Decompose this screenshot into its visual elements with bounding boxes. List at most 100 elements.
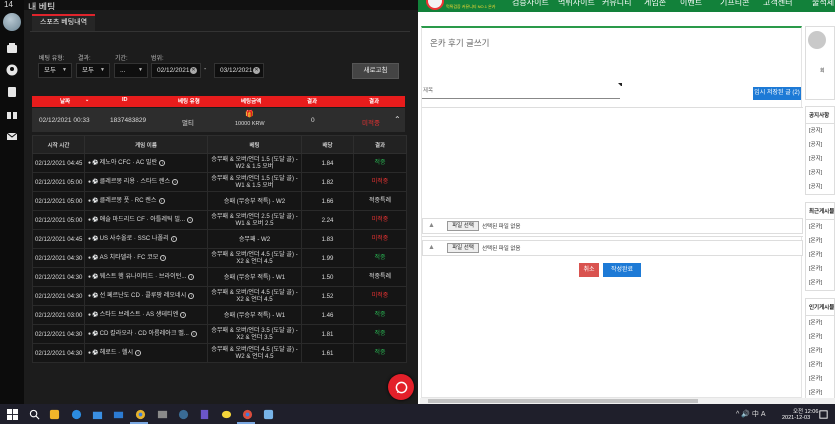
soccer-ball-icon: ● ⚽ <box>88 255 99 262</box>
chevron-up-icon[interactable]: ⌃ <box>394 115 401 124</box>
kakaotalk-icon[interactable] <box>220 408 232 420</box>
nav-scam-sites[interactable]: 먹튀사이트 <box>558 0 595 8</box>
info-icon[interactable]: i <box>158 197 165 204</box>
table-row: 02/12/2021 05:00 ● ⚽클레르몽 풋 · RC 렌스 i 승패 (무승… <box>32 191 407 211</box>
cell-start-time: 02/12/2021 04:30 <box>32 324 85 344</box>
cell-bet: 승패 (무승부 적특) - W2 <box>207 191 302 211</box>
sidebar-post-link[interactable]: [온카] <box>806 220 834 234</box>
nav-game-zone[interactable]: 게임존 <box>644 0 666 8</box>
site-logo[interactable]: 먹튀검증 커뮤니티 NO.1 온카 <box>424 0 495 12</box>
file-select-button[interactable]: 파일 선택 <box>447 243 479 253</box>
chrome-second-icon[interactable] <box>241 408 253 420</box>
chat-button[interactable] <box>388 374 414 400</box>
info-icon[interactable]: i <box>188 292 195 299</box>
nav-attendance[interactable]: 출석체 <box>812 0 834 8</box>
mail-icon[interactable] <box>5 130 19 142</box>
sidebar-post-link[interactable]: [공지] <box>806 138 834 152</box>
sidebar-post-link[interactable]: [공지] <box>806 124 834 138</box>
app-icon-gray[interactable] <box>156 408 168 420</box>
th-start-time: 시작 시간 <box>32 135 85 154</box>
app-icon-blue[interactable] <box>262 408 274 420</box>
range-to-input[interactable]: 03/12/2021 ✕ <box>214 63 264 78</box>
cell-start-time: 02/12/2021 04:30 <box>32 248 85 268</box>
store-icon[interactable] <box>91 408 103 420</box>
clock-date[interactable]: 2021-12-03 <box>782 415 810 421</box>
cancel-button[interactable]: 취소 <box>579 263 599 277</box>
cell-result: 미적중 <box>353 229 407 249</box>
cell-result: 적중 <box>353 324 407 344</box>
nav-verify-sites[interactable]: 검증사이트 <box>512 0 549 8</box>
subject-input[interactable] <box>422 83 620 99</box>
windows-start-icon[interactable] <box>6 408 18 420</box>
file-select-button[interactable]: 파일 선택 <box>447 221 479 231</box>
info-icon[interactable]: i <box>188 273 195 280</box>
system-tray[interactable]: ^ 🔊 中 A <box>736 409 766 419</box>
sidebar-post-link[interactable]: [공지] <box>806 166 834 180</box>
sidebar-post-link[interactable]: [온카] <box>806 262 834 276</box>
steam-icon[interactable] <box>177 408 189 420</box>
bet-row[interactable]: 02/12/2021 00:33 1837483829 멀티 🎁 10000 K… <box>32 108 405 132</box>
cell-odds: 1.61 <box>301 343 354 363</box>
notice-box: 공지사항 [공지] [공지] [공지] [공지] [공지] <box>805 106 835 195</box>
info-icon[interactable]: i <box>159 159 166 166</box>
info-icon[interactable]: i <box>135 349 142 356</box>
file-attach-row-2: ▲ 파일 선택 선택된 파일 없음 <box>422 240 803 256</box>
search-icon[interactable] <box>28 408 40 420</box>
chrome-icon[interactable] <box>134 408 146 420</box>
nav-community[interactable]: 커뮤니티 <box>602 0 631 8</box>
avatar[interactable] <box>808 31 826 49</box>
cell-odds: 1.99 <box>301 248 354 268</box>
table-row: 02/12/2021 04:30 ● ⚽선 페르난도 CD · 콜루팡 레오네시 i… <box>32 286 407 306</box>
clipboard-icon[interactable] <box>5 86 19 98</box>
sidebar-post-link[interactable]: [온카] <box>806 234 834 248</box>
range-from-input[interactable]: 02/12/2021 ✕ <box>151 63 201 78</box>
nav-gifticon[interactable]: 기프티콘 <box>720 0 749 8</box>
sidebar-post-link[interactable]: [온카] <box>806 344 834 358</box>
submit-button[interactable]: 작성완료 <box>603 263 641 277</box>
chevron-down-icon[interactable]: ⌄ <box>85 97 89 103</box>
refresh-button[interactable]: 새로고침 <box>352 63 399 79</box>
info-icon[interactable]: i <box>172 178 179 185</box>
cell-bet: 승무패 & 오버/언더 1.5 (도달 골) - W1 & 1.5 오버 <box>207 172 302 192</box>
sidebar-post-link[interactable]: [온카] <box>806 358 834 372</box>
game-name: 애슬 마드리드 CF · 아틀레틱 빌... <box>99 216 186 224</box>
cell-bet: 승무패 - W2 <box>207 229 302 249</box>
sidebar-post-link[interactable]: [공지] <box>806 180 834 194</box>
app-icon-yellow[interactable] <box>48 408 60 420</box>
sidebar-post-link[interactable]: [온카] <box>806 248 834 262</box>
gift-icon[interactable] <box>5 108 19 120</box>
nav-customer-center[interactable]: 고객센터 <box>763 0 792 8</box>
info-icon[interactable]: i <box>187 216 194 223</box>
sidebar-post-link[interactable]: [온카] <box>806 276 834 290</box>
bet-type-select[interactable]: 모두 ▼ <box>38 63 72 78</box>
temp-saved-posts-button[interactable]: 임시 저장된 글 (2) <box>753 87 801 100</box>
period-select[interactable]: ... ▼ <box>114 63 148 78</box>
taskbar: ^ 🔊 中 A 오전 12:06 2021-12-03 <box>0 404 835 424</box>
sidebar-post-link[interactable]: [온카] <box>806 330 834 344</box>
wallet-icon[interactable] <box>5 42 19 54</box>
tab-sports-bet-history[interactable]: 스포츠 베팅내역 <box>32 14 96 31</box>
result-select[interactable]: 모두 ▼ <box>76 63 110 78</box>
mail-app-icon[interactable] <box>112 408 124 420</box>
info-icon[interactable]: i <box>190 330 197 337</box>
info-icon[interactable]: i <box>160 254 167 261</box>
clock-time[interactable]: 오전 12:06 <box>793 407 818 415</box>
info-icon[interactable]: i <box>170 235 177 242</box>
sidebar-post-link[interactable]: [온카] <box>806 316 834 330</box>
soccer-ball-icon: ● ⚽ <box>88 179 99 186</box>
sidebar-post-link[interactable]: [온카] <box>806 372 834 386</box>
notification-icon[interactable] <box>817 408 829 420</box>
popular-title: 인기게시물 <box>806 299 834 316</box>
edge-icon[interactable] <box>70 408 82 420</box>
account-icon[interactable] <box>5 64 19 76</box>
bet-detail-table: 시작 시간 게임 이름 베팅 배당 결과 02/12/2021 04:45 ● ⚽… <box>32 135 407 363</box>
app-icon-purple[interactable] <box>198 408 210 420</box>
info-icon[interactable]: i <box>180 311 187 318</box>
cell-result: 미적중 <box>353 172 407 192</box>
scrollbar-thumb[interactable] <box>428 399 698 403</box>
user-avatar[interactable] <box>3 13 21 31</box>
nav-events[interactable]: 이벤트 <box>680 0 702 8</box>
clear-icon[interactable]: ✕ <box>253 67 260 74</box>
clear-icon[interactable]: ✕ <box>190 67 197 74</box>
sidebar-post-link[interactable]: [공지] <box>806 152 834 166</box>
